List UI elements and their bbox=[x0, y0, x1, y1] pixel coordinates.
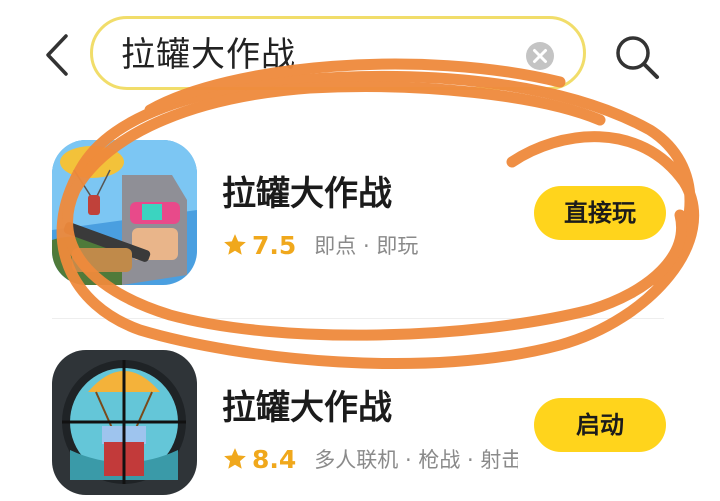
game-tags-2: 多人联机 · 枪战 · 射击 bbox=[314, 448, 519, 472]
back-arrow-icon[interactable] bbox=[36, 30, 80, 80]
game-meta-2: 8.4 多人联机 · 枪战 · 射击 bbox=[222, 444, 518, 474]
top-bar: 拉罐大作战 bbox=[0, 0, 720, 110]
game-meta-1: 7.5 即点 · 即玩 bbox=[222, 230, 418, 260]
game-name-1: 拉罐大作战 bbox=[222, 174, 392, 214]
star-icon bbox=[224, 234, 246, 255]
game-icon-2[interactable] bbox=[52, 350, 197, 495]
game-tags-1: 即点 · 即玩 bbox=[314, 234, 419, 258]
search-icon[interactable] bbox=[612, 32, 662, 82]
search-input[interactable]: 拉罐大作战 bbox=[90, 16, 586, 90]
game-icon-1[interactable] bbox=[52, 140, 197, 285]
play-button[interactable]: 直接玩 bbox=[534, 186, 666, 240]
search-query-text: 拉罐大作战 bbox=[121, 35, 296, 75]
game-icon-2-art bbox=[52, 350, 197, 495]
divider bbox=[52, 318, 664, 319]
clear-icon[interactable] bbox=[525, 41, 555, 71]
launch-button[interactable]: 启动 bbox=[534, 398, 666, 452]
rating-value-1: 7.5 bbox=[252, 230, 297, 260]
game-name-2: 拉罐大作战 bbox=[222, 388, 392, 428]
result-item-2[interactable]: 拉罐大作战 8.4 多人联机 · 枪战 · 射击 启动 bbox=[0, 340, 720, 501]
result-item-1[interactable]: 拉罐大作战 7.5 即点 · 即玩 直接玩 bbox=[0, 130, 720, 310]
star-icon bbox=[224, 448, 246, 469]
game-icon-1-art bbox=[52, 140, 197, 285]
rating-value-2: 8.4 bbox=[252, 444, 297, 474]
